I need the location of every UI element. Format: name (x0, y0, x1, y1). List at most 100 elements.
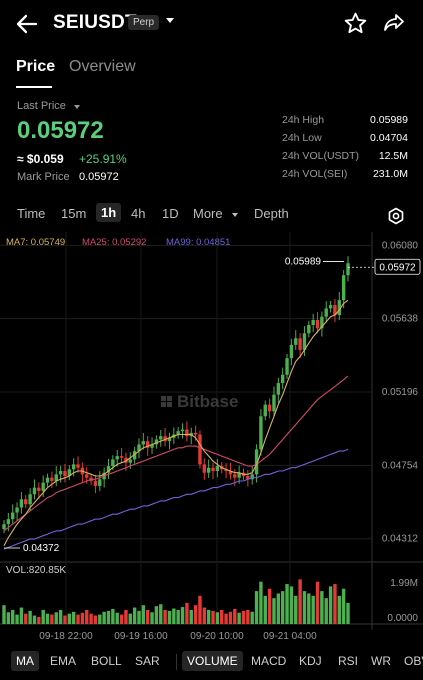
volume-bar (50, 614, 54, 624)
indicator-ma[interactable]: MA (11, 651, 39, 671)
volume-bar (185, 602, 189, 624)
volume-bar (272, 598, 276, 624)
price-change: +25.91% (79, 152, 127, 166)
candlestick-chart[interactable]: Bitbase 0.06080 0.05638 0.05196 0.04754 0.04… (0, 232, 423, 644)
ma99-line (3, 448, 349, 550)
candles (2, 256, 350, 534)
candle (211, 467, 215, 472)
candle (285, 358, 289, 375)
price-chart[interactable]: Bitbase 0.06080 0.05638 0.05196 0.04754 0.04… (0, 232, 423, 644)
volume-bar (2, 605, 6, 624)
candle (28, 494, 32, 505)
interval-time[interactable]: Time (17, 206, 45, 221)
indicator-macd[interactable]: MACD (251, 654, 286, 668)
perp-badge: Perp (128, 15, 160, 30)
volume-bar (337, 595, 341, 624)
caret-down-icon[interactable] (74, 105, 80, 109)
indicator-obv[interactable]: OBV (404, 654, 423, 668)
volume-bar (211, 610, 215, 624)
candle (298, 338, 302, 350)
candle (280, 374, 285, 384)
indicator-wr[interactable]: WR (371, 654, 391, 668)
volume-bar (32, 615, 37, 624)
volume-bar (294, 595, 298, 624)
candle (115, 456, 119, 460)
more-caret-icon[interactable] (232, 213, 238, 217)
volume-bar (233, 608, 237, 624)
indicator-volume[interactable]: VOLUME (182, 651, 243, 671)
indicator-rsi[interactable]: RSI (338, 654, 358, 668)
interval-4h[interactable]: 4h (131, 206, 145, 221)
volume-bar (280, 591, 285, 624)
candle (215, 466, 220, 472)
mark-price-value: 0.05972 (79, 171, 119, 183)
tab-overview[interactable]: Overview (69, 58, 136, 76)
candle (180, 429, 185, 432)
share-icon[interactable] (382, 11, 406, 35)
stat-label: 24h VOL(USDT) (282, 150, 360, 162)
back-arrow-icon[interactable] (14, 11, 40, 37)
interval-more[interactable]: More (193, 206, 223, 221)
volume-bar (15, 614, 19, 624)
last-price-label[interactable]: Last Price (17, 100, 66, 112)
volume-bar (263, 595, 267, 624)
tab-price[interactable]: Price (16, 58, 55, 76)
interval-1h[interactable]: 1h (96, 203, 122, 222)
volume-bar (328, 586, 333, 624)
volume-bar (154, 606, 159, 624)
volume-bar (28, 610, 32, 624)
chevron-down-icon[interactable] (166, 18, 174, 23)
indicator-boll[interactable]: BOLL (91, 654, 122, 668)
volume-bar (115, 612, 119, 624)
interval-depth[interactable]: Depth (254, 206, 289, 221)
chart-settings-icon[interactable] (387, 207, 405, 225)
volume-bar (85, 609, 89, 624)
candle (346, 263, 350, 276)
y-tick-label: 0.06080 (382, 240, 419, 251)
volume-bar (302, 591, 307, 624)
volume-bar (6, 612, 11, 624)
candle (289, 344, 294, 359)
watermark: Bitbase (161, 392, 238, 411)
indicator-bar: MA EMA BOLL SAR VOLUME MACD KDJ RSI WR O… (0, 648, 423, 676)
candle (11, 512, 15, 520)
stat-value: 12.5M (378, 150, 408, 162)
volume-bar (98, 614, 102, 624)
low-price-label: 0.04372 (23, 543, 60, 554)
ma25-legend: MA25: 0.05292 (82, 237, 147, 248)
interval-15m[interactable]: 15m (61, 206, 86, 221)
volume-bar (71, 611, 76, 624)
stat-label: 24h High (282, 114, 325, 126)
indicator-divider (176, 654, 177, 670)
volume-bar (285, 584, 289, 624)
indicator-kdj[interactable]: KDJ (299, 654, 322, 668)
volume-tick-label: 1.99M (390, 578, 418, 589)
symbol-title[interactable]: SEIUSDT (53, 12, 137, 34)
volume-bar (119, 614, 124, 624)
y-tick-label: 0.05196 (382, 387, 419, 398)
candle (85, 474, 89, 478)
indicator-ema[interactable]: EMA (50, 654, 76, 668)
volume-bar (198, 595, 202, 624)
star-icon[interactable] (343, 11, 368, 36)
volume-tick-label: 0.0000 (387, 613, 418, 624)
volume-bars (2, 579, 350, 624)
ma25-line (3, 375, 349, 532)
candle (202, 464, 207, 473)
interval-1d[interactable]: 1D (162, 206, 179, 221)
stat-label: 24h Low (282, 132, 322, 144)
candle (141, 441, 146, 445)
y-tick-label: 0.04754 (382, 460, 419, 471)
volume-bar (307, 593, 311, 624)
volume-bar (24, 613, 28, 624)
volume-bar (228, 611, 233, 624)
volume-bar (111, 608, 115, 624)
volume-bar (93, 615, 98, 624)
candle (276, 383, 281, 395)
interval-bar: Time 15m 1h 4h 1D More Depth (0, 202, 423, 228)
watermark-logo-mark (167, 402, 172, 407)
candle (263, 404, 267, 417)
volume-bar (254, 591, 259, 624)
volume-bar (241, 610, 246, 624)
indicator-sar[interactable]: SAR (135, 654, 160, 668)
